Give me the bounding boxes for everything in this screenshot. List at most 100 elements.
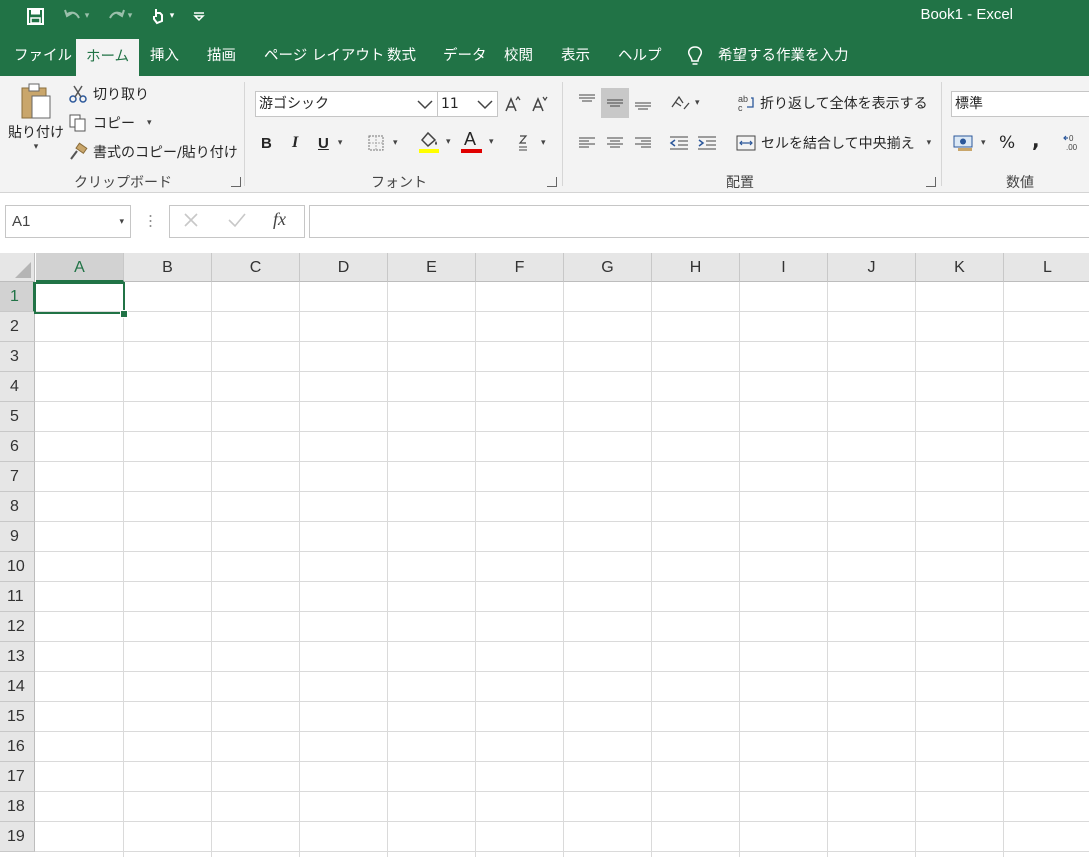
cancel-icon[interactable]: [182, 211, 200, 233]
copy-button[interactable]: コピー ▾: [68, 111, 152, 135]
fill-color-dropdown-icon[interactable]: ▾: [446, 137, 451, 147]
column-header-e[interactable]: E: [388, 253, 476, 282]
name-box-dropdown-icon[interactable]: ▾: [119, 206, 124, 237]
underline-button[interactable]: U ▾: [318, 131, 342, 155]
row-header-19[interactable]: 19: [0, 822, 35, 852]
accounting-dropdown-icon[interactable]: ▾: [981, 138, 986, 148]
tab-formulas[interactable]: 数式: [377, 36, 426, 76]
row-header-15[interactable]: 15: [0, 702, 35, 732]
row-header-7[interactable]: 7: [0, 462, 35, 492]
underline-dropdown-icon[interactable]: ▾: [338, 138, 343, 148]
column-header-b[interactable]: B: [124, 253, 212, 282]
comma-style-button[interactable]: ,: [1032, 128, 1040, 152]
format-painter-button[interactable]: 書式のコピー/貼り付け: [68, 140, 238, 164]
borders-dropdown-icon[interactable]: ▾: [393, 138, 398, 148]
tab-draw[interactable]: 描画: [197, 36, 246, 76]
font-name-combo[interactable]: 游ゴシック: [255, 91, 438, 117]
fill-color-button[interactable]: ▾: [418, 128, 451, 156]
save-button[interactable]: [24, 4, 46, 28]
column-header-k[interactable]: K: [916, 253, 1004, 282]
column-header-j[interactable]: J: [828, 253, 916, 282]
row-header-10[interactable]: 10: [0, 552, 35, 582]
align-bottom-button[interactable]: [632, 90, 654, 116]
font-color-button[interactable]: A ▾: [461, 128, 494, 156]
align-right-button[interactable]: [632, 132, 654, 154]
phonetic-button[interactable]: ▾: [515, 131, 546, 155]
enter-check-icon[interactable]: [227, 211, 247, 233]
redo-button[interactable]: ▾: [101, 4, 137, 28]
font-dialog-launcher[interactable]: [547, 177, 557, 187]
active-cell-a1[interactable]: [34, 282, 125, 314]
align-center-button[interactable]: [604, 132, 626, 154]
tab-insert[interactable]: 挿入: [140, 36, 189, 76]
column-header-h[interactable]: H: [652, 253, 740, 282]
tab-review[interactable]: 校閲: [494, 36, 543, 76]
tab-home[interactable]: ホーム: [76, 39, 140, 76]
row-header-4[interactable]: 4: [0, 372, 35, 402]
row-header-16[interactable]: 16: [0, 732, 35, 762]
tab-help[interactable]: ヘルプ: [608, 36, 672, 76]
name-box[interactable]: A1 ▾: [5, 205, 131, 238]
worksheet-grid[interactable]: A B C D E F G H I J K L 1 2 3 4 5 6 7 8 9 10 11 12 13 14 15 16 17 18 1…: [0, 253, 1089, 857]
row-header-14[interactable]: 14: [0, 672, 35, 702]
insert-function-button[interactable]: fx: [273, 209, 286, 230]
increase-decimal-button[interactable]: 0.00: [1063, 131, 1085, 155]
select-all-button[interactable]: [0, 253, 35, 282]
column-header-a[interactable]: A: [36, 253, 124, 282]
font-size-combo[interactable]: 11: [437, 91, 498, 117]
paste-button[interactable]: 貼り付け ▾: [8, 82, 64, 166]
undo-button[interactable]: ▾: [58, 4, 94, 28]
merge-center-button[interactable]: セルを結合して中央揃え ▾: [736, 131, 931, 155]
row-header-11[interactable]: 11: [0, 582, 35, 612]
alignment-dialog-launcher[interactable]: [926, 177, 936, 187]
paste-dropdown-icon[interactable]: ▾: [34, 142, 39, 152]
column-header-i[interactable]: I: [740, 253, 828, 282]
row-header-18[interactable]: 18: [0, 792, 35, 822]
row-header-9[interactable]: 9: [0, 522, 35, 552]
phonetic-dropdown-icon[interactable]: ▾: [541, 138, 546, 148]
row-header-5[interactable]: 5: [0, 402, 35, 432]
decrease-indent-button[interactable]: [668, 132, 690, 154]
row-header-1[interactable]: 1: [0, 282, 35, 312]
merge-dropdown-icon[interactable]: ▾: [927, 138, 932, 148]
percent-style-button[interactable]: %: [999, 131, 1015, 155]
tab-page-layout[interactable]: ページ レイアウト: [254, 36, 394, 76]
increase-font-size-button[interactable]: [504, 93, 522, 115]
number-format-combo[interactable]: 標準: [951, 91, 1089, 117]
column-header-d[interactable]: D: [300, 253, 388, 282]
column-header-l[interactable]: L: [1004, 253, 1089, 282]
cut-button[interactable]: 切り取り: [68, 82, 149, 106]
orientation-dropdown-icon[interactable]: ▾: [695, 98, 700, 108]
row-header-8[interactable]: 8: [0, 492, 35, 522]
accounting-format-button[interactable]: ▾: [953, 131, 986, 155]
formula-input[interactable]: [309, 205, 1089, 238]
customize-qat-button[interactable]: [190, 4, 208, 28]
row-header-6[interactable]: 6: [0, 432, 35, 462]
column-header-f[interactable]: F: [476, 253, 564, 282]
fill-handle[interactable]: [120, 310, 128, 318]
font-color-dropdown-icon[interactable]: ▾: [489, 137, 494, 147]
column-header-g[interactable]: G: [564, 253, 652, 282]
tab-data[interactable]: データ: [433, 36, 497, 76]
orientation-button[interactable]: ▾: [669, 91, 700, 115]
column-header-c[interactable]: C: [212, 253, 300, 282]
row-header-12[interactable]: 12: [0, 612, 35, 642]
align-left-button[interactable]: [576, 132, 598, 154]
touch-mode-button[interactable]: ▾: [144, 4, 180, 28]
tell-me-box[interactable]: 希望する作業を入力: [676, 36, 859, 76]
row-header-3[interactable]: 3: [0, 342, 35, 372]
wrap-text-button[interactable]: ab c 折り返して全体を表示する: [737, 91, 928, 115]
clipboard-dialog-launcher[interactable]: [231, 177, 241, 187]
row-header-2[interactable]: 2: [0, 312, 35, 342]
formula-bar-grip-icon[interactable]: [149, 213, 152, 229]
decrease-font-size-button[interactable]: [531, 93, 549, 115]
tab-view[interactable]: 表示: [551, 36, 600, 76]
row-header-13[interactable]: 13: [0, 642, 35, 672]
increase-indent-button[interactable]: [696, 132, 718, 154]
align-top-button[interactable]: [576, 90, 598, 112]
italic-button[interactable]: I: [292, 131, 298, 155]
bold-button[interactable]: B: [261, 131, 272, 155]
align-middle-button[interactable]: [601, 88, 629, 118]
row-header-17[interactable]: 17: [0, 762, 35, 792]
copy-dropdown-icon[interactable]: ▾: [147, 118, 152, 128]
